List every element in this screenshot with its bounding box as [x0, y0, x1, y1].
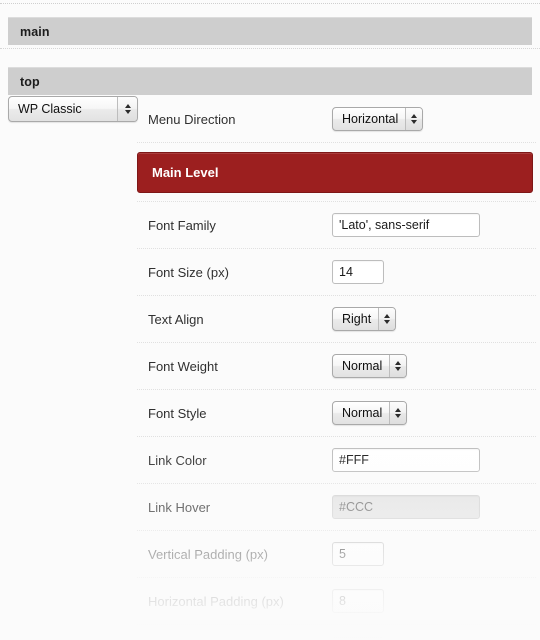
row-field	[332, 636, 536, 640]
menu-direction-value: Horizontal	[342, 111, 399, 126]
chevron-up-icon	[395, 408, 402, 412]
row-font-family: Font Family	[137, 202, 536, 249]
chevron-down-icon	[384, 320, 391, 324]
row-field: Normal	[332, 354, 536, 378]
row-field: Horizontal	[332, 107, 536, 131]
section-header-main-label: main	[20, 24, 50, 39]
row-menu-direction: Menu Direction Horizontal	[137, 96, 536, 143]
top-divider	[0, 3, 540, 4]
stepper-arrows-icon[interactable]	[405, 108, 423, 130]
theme-select-value: WP Classic	[18, 101, 82, 116]
section-header-top: top	[8, 67, 532, 95]
chevron-down-icon	[395, 414, 402, 418]
row-text-align: Text Align Right	[137, 296, 536, 343]
row-label: Link Hover	[148, 499, 211, 515]
row-field	[332, 495, 536, 519]
text-align-select[interactable]: Right	[332, 307, 397, 331]
font-style-value: Normal	[342, 405, 383, 420]
row-field	[332, 448, 536, 472]
row-label: Text Align	[148, 311, 204, 327]
row-field: Right	[332, 307, 536, 331]
font-weight-value: Normal	[342, 358, 383, 373]
vertical-padding-input[interactable]	[332, 542, 384, 566]
stepper-arrows-icon[interactable]	[389, 355, 407, 377]
menu-direction-select[interactable]: Horizontal	[332, 107, 424, 131]
banner-container: Main Level	[137, 143, 536, 202]
row-link-hover: Link Hover	[137, 484, 536, 531]
bottom-margin-input[interactable]	[332, 636, 384, 640]
row-font-weight: Font Weight Normal	[137, 343, 536, 390]
settings-panel: main top WP Classic Menu Direction Horiz…	[0, 0, 540, 640]
row-label: Horizontal Padding (px)	[148, 593, 284, 609]
row-bottom-margin: Bottom Margin (px)	[137, 625, 536, 640]
row-font-style: Font Style Normal	[137, 390, 536, 437]
font-size-input[interactable]	[332, 260, 384, 284]
chevron-up-icon	[395, 361, 402, 365]
row-link-color: Link Color	[137, 437, 536, 484]
link-hover-input[interactable]	[332, 495, 480, 519]
chevron-up-icon	[384, 314, 391, 318]
font-style-select[interactable]: Normal	[332, 401, 408, 425]
section-header-main: main	[8, 17, 532, 45]
row-label: Font Family	[148, 217, 216, 233]
row-field: Normal	[332, 401, 536, 425]
font-family-input[interactable]	[332, 213, 480, 237]
row-label: Vertical Padding (px)	[148, 546, 268, 562]
chevron-up-icon	[124, 104, 131, 108]
horizontal-padding-input[interactable]	[332, 589, 384, 613]
row-label: Font Style	[148, 405, 207, 421]
row-field	[332, 213, 536, 237]
row-vertical-padding: Vertical Padding (px)	[137, 531, 536, 578]
row-label: Menu Direction	[148, 111, 236, 127]
row-horizontal-padding: Horizontal Padding (px)	[137, 578, 536, 625]
link-color-input[interactable]	[332, 448, 480, 472]
chevron-up-icon	[411, 114, 418, 118]
section-divider	[0, 48, 540, 49]
stepper-arrows-icon[interactable]	[389, 402, 407, 424]
chevron-down-icon	[124, 110, 131, 114]
chevron-down-icon	[395, 367, 402, 371]
text-align-value: Right	[342, 311, 372, 326]
main-level-banner-label: Main Level	[152, 165, 219, 180]
chevron-down-icon	[411, 120, 418, 124]
row-font-size: Font Size (px)	[137, 249, 536, 296]
row-label: Link Color	[148, 452, 207, 468]
stepper-arrows-icon[interactable]	[117, 97, 137, 121]
stepper-arrows-icon[interactable]	[378, 308, 396, 330]
font-weight-select[interactable]: Normal	[332, 354, 408, 378]
row-field	[332, 260, 536, 284]
row-label: Font Size (px)	[148, 264, 229, 280]
row-label: Font Weight	[148, 358, 218, 374]
settings-rows: Menu Direction Horizontal Main Level Fon…	[137, 96, 536, 640]
row-field	[332, 589, 536, 613]
theme-select[interactable]: WP Classic	[8, 96, 138, 122]
main-level-banner: Main Level	[137, 152, 533, 193]
section-header-top-label: top	[20, 74, 40, 89]
row-field	[332, 542, 536, 566]
